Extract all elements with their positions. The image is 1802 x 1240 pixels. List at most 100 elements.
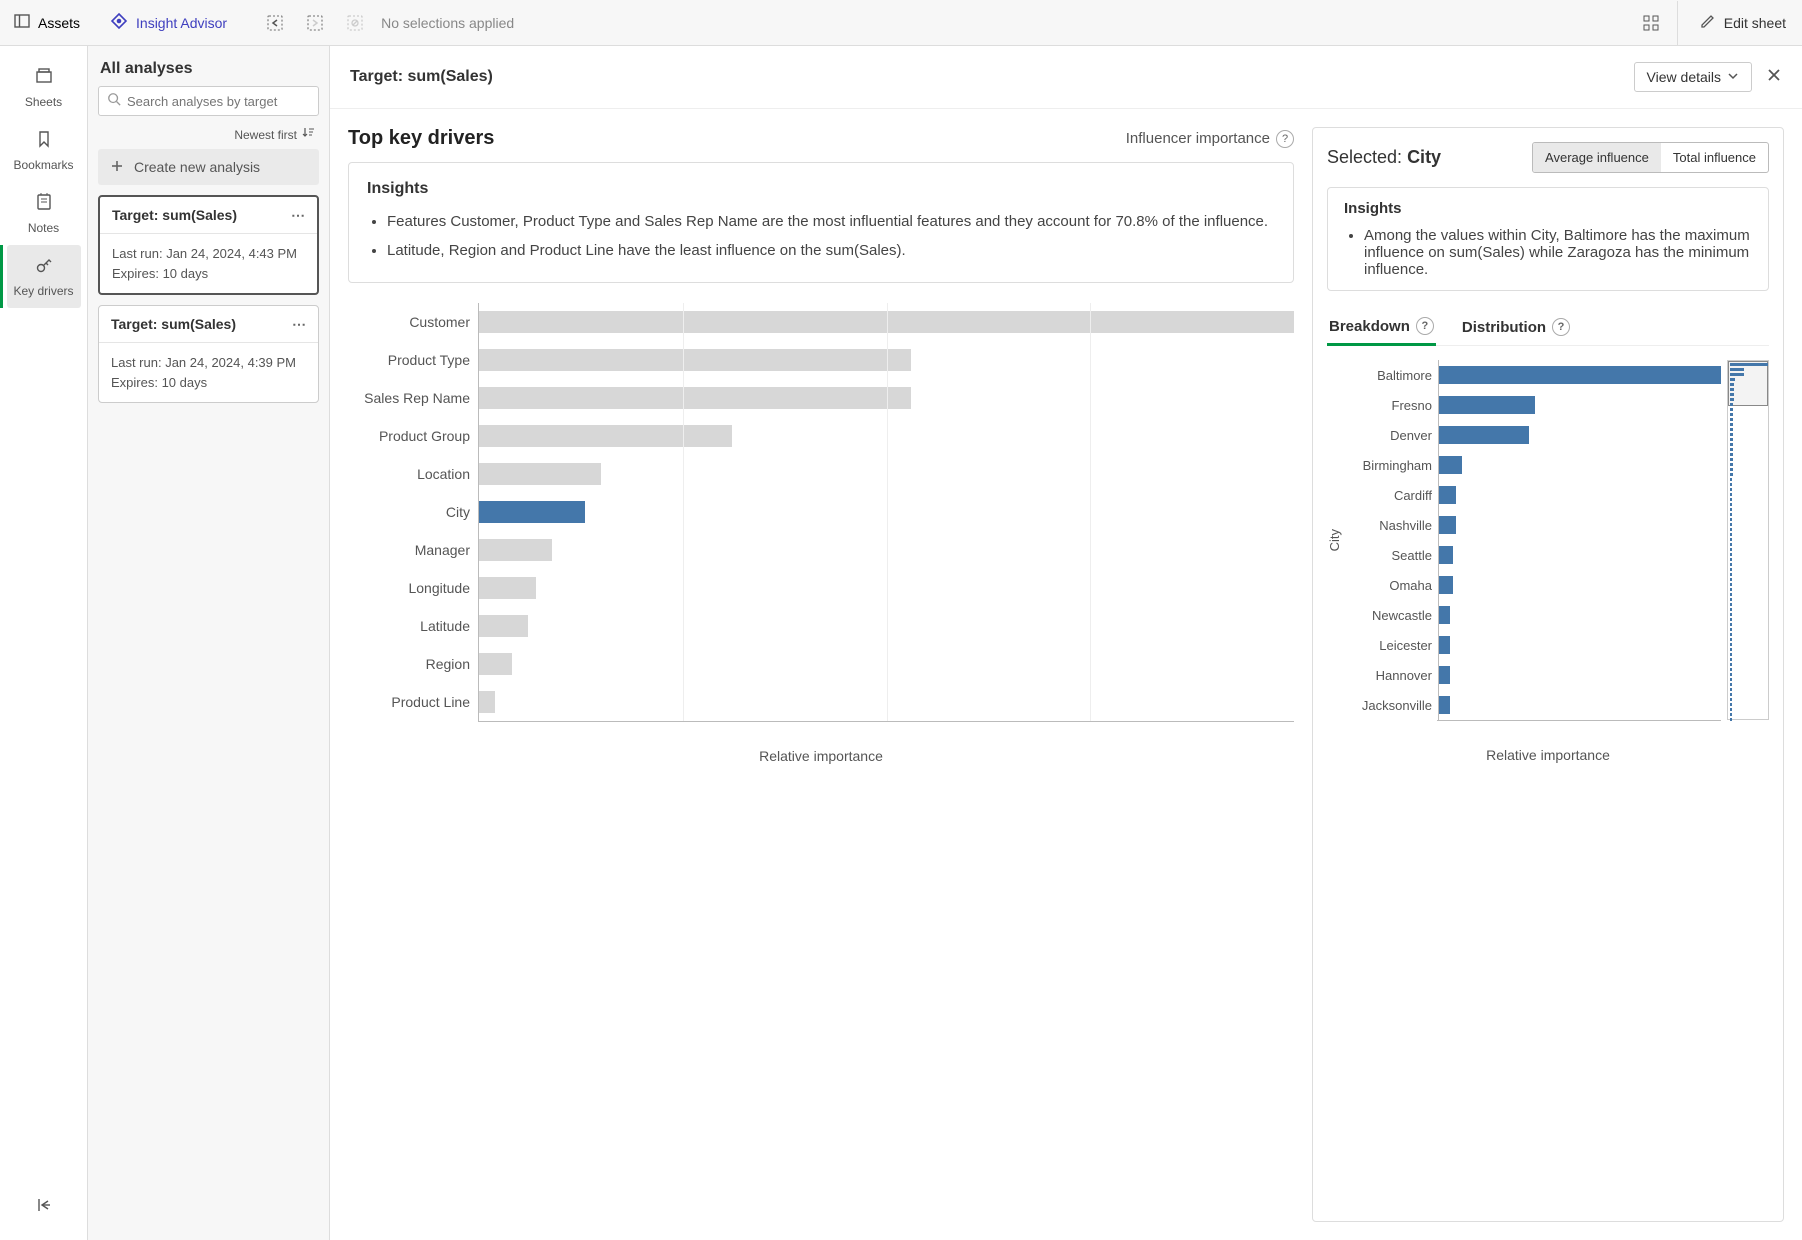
help-icon[interactable]: ? — [1276, 130, 1294, 148]
chart-bar[interactable] — [479, 653, 512, 675]
chart-bar[interactable] — [1439, 696, 1450, 714]
chart-bar[interactable] — [479, 425, 732, 447]
detail-panel: Selected: City Average influence Total i… — [1312, 127, 1784, 1222]
top-toolbar: Assets Insight Advisor No selections app… — [0, 0, 1802, 46]
toggle-total[interactable]: Total influence — [1661, 143, 1768, 172]
content-area: Target: sum(Sales) View details Top key … — [330, 46, 1802, 1240]
chart-bar[interactable] — [479, 501, 585, 523]
chart-bar[interactable] — [1439, 366, 1721, 384]
insight-item: Among the values within City, Baltimore … — [1364, 227, 1752, 278]
close-button[interactable] — [1766, 67, 1782, 88]
help-icon[interactable]: ? — [1416, 317, 1434, 335]
search-analyses-input[interactable] — [98, 86, 319, 116]
search-analyses-field[interactable] — [127, 94, 310, 109]
edit-sheet-button[interactable]: Edit sheet — [1684, 13, 1802, 32]
insight-item: Features Customer, Product Type and Sale… — [387, 210, 1275, 233]
nav-bookmarks[interactable]: Bookmarks — [7, 119, 81, 182]
chart-category-label: Omaha — [1346, 570, 1438, 600]
selected-title: Selected: City — [1327, 147, 1441, 168]
chart-category-label: Sales Rep Name — [348, 379, 478, 417]
detail-tabs: Breakdown ? Distribution ? — [1327, 309, 1769, 346]
chart-bar[interactable] — [479, 539, 552, 561]
assets-button[interactable]: Assets — [0, 1, 94, 45]
analysis-last-run: Last run: Jan 24, 2024, 4:39 PM — [111, 353, 306, 373]
left-nav: Sheets Bookmarks Notes Key drivers — [0, 46, 88, 1240]
chart-bar[interactable] — [1439, 666, 1450, 684]
tab-breakdown[interactable]: Breakdown ? — [1327, 309, 1436, 346]
chart-bar[interactable] — [479, 349, 911, 371]
chart-category-label: Newcastle — [1346, 600, 1438, 630]
nav-sheets-label: Sheets — [25, 95, 62, 109]
nav-notes-label: Notes — [28, 221, 59, 235]
pencil-icon — [1700, 13, 1716, 32]
analysis-card-title: Target: sum(Sales) — [112, 207, 237, 223]
breakdown-chart[interactable]: City BaltimoreFresnoDenverBirminghamCard… — [1327, 360, 1769, 720]
selection-forward-button[interactable] — [295, 1, 335, 45]
selection-back-button[interactable] — [255, 1, 295, 45]
panel-icon — [14, 13, 30, 32]
chart-category-label: Hannover — [1346, 660, 1438, 690]
analysis-card-title: Target: sum(Sales) — [111, 316, 236, 332]
nav-notes[interactable]: Notes — [7, 182, 81, 245]
chart-minimap[interactable] — [1727, 360, 1769, 720]
page-title: Target: sum(Sales) — [350, 68, 493, 86]
nav-sheets[interactable]: Sheets — [7, 56, 81, 119]
analysis-card[interactable]: Target: sum(Sales) ⋯ Last run: Jan 24, 2… — [98, 305, 319, 403]
chart-bar[interactable] — [1439, 396, 1535, 414]
insight-advisor-button[interactable]: Insight Advisor — [96, 1, 241, 45]
chart-bar[interactable] — [479, 577, 536, 599]
insights-box: Insights Features Customer, Product Type… — [348, 162, 1294, 283]
nav-bookmarks-label: Bookmarks — [13, 158, 73, 172]
chart-category-label: Customer — [348, 303, 478, 341]
chart-bar[interactable] — [1439, 576, 1453, 594]
chart-category-label: Product Line — [348, 683, 478, 721]
analysis-last-run: Last run: Jan 24, 2024, 4:43 PM — [112, 244, 305, 264]
tab-distribution[interactable]: Distribution ? — [1460, 309, 1572, 345]
chart-bar[interactable] — [1439, 636, 1450, 654]
nav-key-drivers[interactable]: Key drivers — [7, 245, 81, 308]
view-details-label: View details — [1647, 69, 1721, 85]
analysis-expires: Expires: 10 days — [112, 264, 305, 284]
notes-icon — [34, 192, 54, 215]
chart-bar[interactable] — [479, 387, 911, 409]
clear-selection-button[interactable] — [335, 1, 375, 45]
analysis-card[interactable]: Target: sum(Sales) ⋯ Last run: Jan 24, 2… — [98, 195, 319, 295]
key-drivers-panel: Top key drivers Influencer importance ? … — [348, 127, 1294, 1222]
chart-bar[interactable] — [1439, 516, 1456, 534]
chart-bar[interactable] — [479, 615, 528, 637]
chart-category-label: Jacksonville — [1346, 690, 1438, 720]
sort-dropdown[interactable]: Newest first — [88, 116, 329, 149]
chart-bar[interactable] — [1439, 486, 1456, 504]
influence-toggle[interactable]: Average influence Total influence — [1532, 142, 1769, 173]
chart-bar[interactable] — [1439, 426, 1529, 444]
analyses-title: All analyses — [88, 46, 329, 86]
chart-category-label: Birmingham — [1346, 450, 1438, 480]
chart-bar[interactable] — [1439, 546, 1453, 564]
chart-bar[interactable] — [1439, 456, 1462, 474]
bookmark-icon — [34, 129, 54, 152]
chart-bar[interactable] — [479, 691, 495, 713]
chart-bar[interactable] — [1439, 606, 1450, 624]
help-icon[interactable]: ? — [1552, 318, 1570, 336]
grid-view-button[interactable] — [1631, 1, 1671, 45]
sort-label: Newest first — [234, 128, 297, 142]
chart-category-label: Denver — [1346, 420, 1438, 450]
collapse-nav-button[interactable] — [7, 1185, 81, 1228]
card-menu-button[interactable]: ⋯ — [291, 212, 305, 219]
chart-category-label: Manager — [348, 531, 478, 569]
chart2-ylabel: City — [1327, 529, 1342, 551]
view-details-button[interactable]: View details — [1634, 62, 1752, 92]
insights-heading: Insights — [1344, 200, 1752, 217]
chart-bar[interactable] — [479, 463, 601, 485]
chart-category-label: Product Type — [348, 341, 478, 379]
sort-icon — [301, 126, 315, 143]
no-selections-label: No selections applied — [381, 15, 514, 31]
create-analysis-label: Create new analysis — [134, 159, 260, 175]
create-analysis-button[interactable]: Create new analysis — [98, 149, 319, 185]
key-drivers-icon — [34, 255, 54, 278]
toggle-average[interactable]: Average influence — [1533, 143, 1661, 172]
chart-category-label: Baltimore — [1346, 360, 1438, 390]
right-insights-box: Insights Among the values within City, B… — [1327, 187, 1769, 291]
key-drivers-chart[interactable]: CustomerProduct TypeSales Rep Name Produc… — [348, 303, 1294, 721]
card-menu-button[interactable]: ⋯ — [292, 321, 306, 328]
